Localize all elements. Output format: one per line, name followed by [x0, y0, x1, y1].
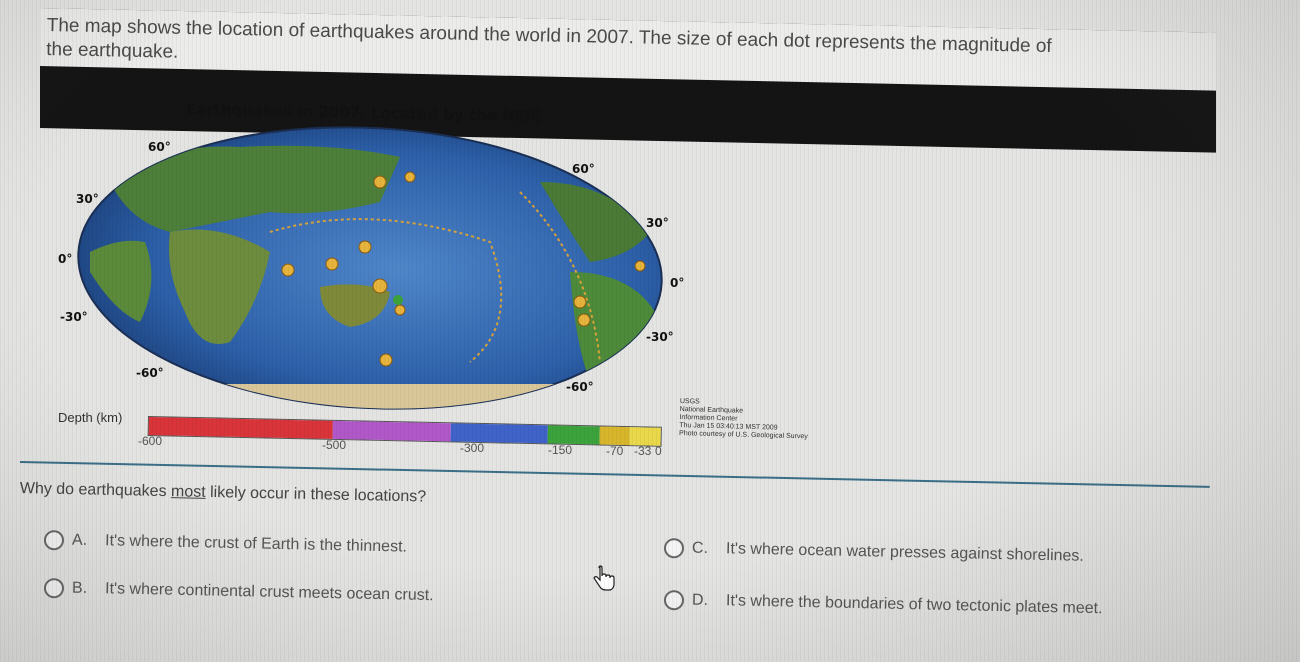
question-suffix: likely occur in these locations?: [205, 483, 427, 506]
choice-d-letter: D.: [691, 591, 709, 609]
depth-band-70: [599, 426, 631, 446]
answer-choice-c[interactable]: C. It's where ocean water presses agains…: [663, 538, 1085, 567]
choice-d-text: It's where the boundaries of two tectoni…: [725, 592, 1103, 618]
depth-tick-500: -500: [322, 438, 347, 452]
answer-choice-b[interactable]: B. It's where continental crust meets oc…: [43, 578, 434, 606]
depth-tick-0: 0: [655, 444, 662, 458]
radio-b[interactable]: [43, 578, 65, 599]
lat-label-minus30-right: -30°: [646, 330, 674, 344]
depth-band-500: [332, 420, 451, 442]
answer-choice-d[interactable]: D. It's where the boundaries of two tect…: [663, 590, 1103, 619]
lat-label-0-right: 0°: [670, 276, 685, 290]
depth-tick-150: -150: [548, 443, 573, 457]
lat-label-60-right: 60°: [572, 162, 595, 176]
depth-tick-33: -33: [634, 444, 652, 458]
lat-label-30-left: 30°: [76, 192, 99, 206]
lat-label-minus60-left: -60°: [136, 366, 164, 380]
lat-label-60-left: 60°: [148, 140, 171, 154]
choice-b-text: It's where continental crust meets ocean…: [104, 580, 434, 605]
radio-d[interactable]: [663, 590, 685, 611]
radio-c[interactable]: [663, 538, 685, 559]
radio-a[interactable]: [43, 530, 65, 551]
depth-band-33: [629, 427, 661, 446]
hand-cursor-icon: [593, 565, 615, 591]
choice-b-letter: B.: [71, 579, 88, 597]
usgs-credit: USGS National Earthquake Information Cen…: [679, 398, 830, 442]
lat-label-minus30-left: -30°: [60, 310, 88, 324]
question-prefix: Why do earthquakes: [19, 480, 172, 501]
choice-a-text: It's where the crust of Earth is the thi…: [104, 532, 408, 556]
lat-label-minus60-right: -60°: [566, 380, 594, 394]
depth-color-scale: [147, 416, 662, 447]
depth-tick-300: -300: [460, 441, 485, 455]
lat-label-30-right: 30°: [646, 216, 669, 230]
depth-tick-600: -600: [138, 434, 163, 448]
lat-label-0-left: 0°: [58, 252, 73, 266]
depth-tick-70: -70: [606, 444, 624, 458]
question-text: Why do earthquakes most likely occur in …: [20, 480, 427, 507]
choice-c-text: It's where ocean water presses against s…: [725, 540, 1085, 565]
depth-legend-label: Depth (km): [58, 410, 123, 425]
choice-a-letter: A.: [71, 531, 88, 549]
answer-choice-a[interactable]: A. It's where the crust of Earth is the …: [43, 530, 408, 558]
question-emphasis: most: [170, 483, 206, 501]
choice-c-letter: C.: [691, 539, 709, 557]
depth-band-150: [547, 425, 600, 445]
depth-band-600: [148, 417, 334, 439]
